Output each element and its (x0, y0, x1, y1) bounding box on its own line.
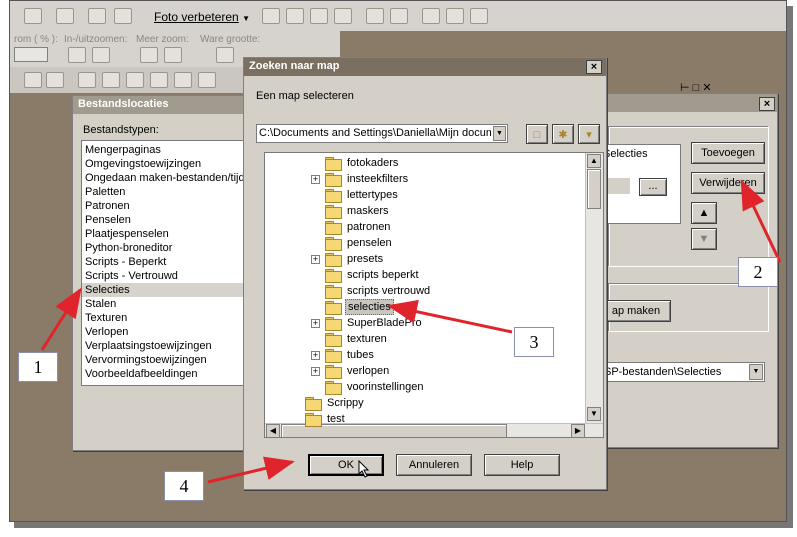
callout-4: 4 (164, 471, 204, 501)
arrow-1 (40, 287, 82, 351)
arrow-4 (207, 456, 295, 484)
callout-3: 3 (514, 327, 554, 357)
callout-2: 2 (738, 257, 778, 287)
arrow-2 (740, 179, 782, 263)
annotation-arrows (40, 179, 782, 484)
callout-1: 1 (18, 352, 58, 382)
arrow-3 (387, 299, 513, 334)
